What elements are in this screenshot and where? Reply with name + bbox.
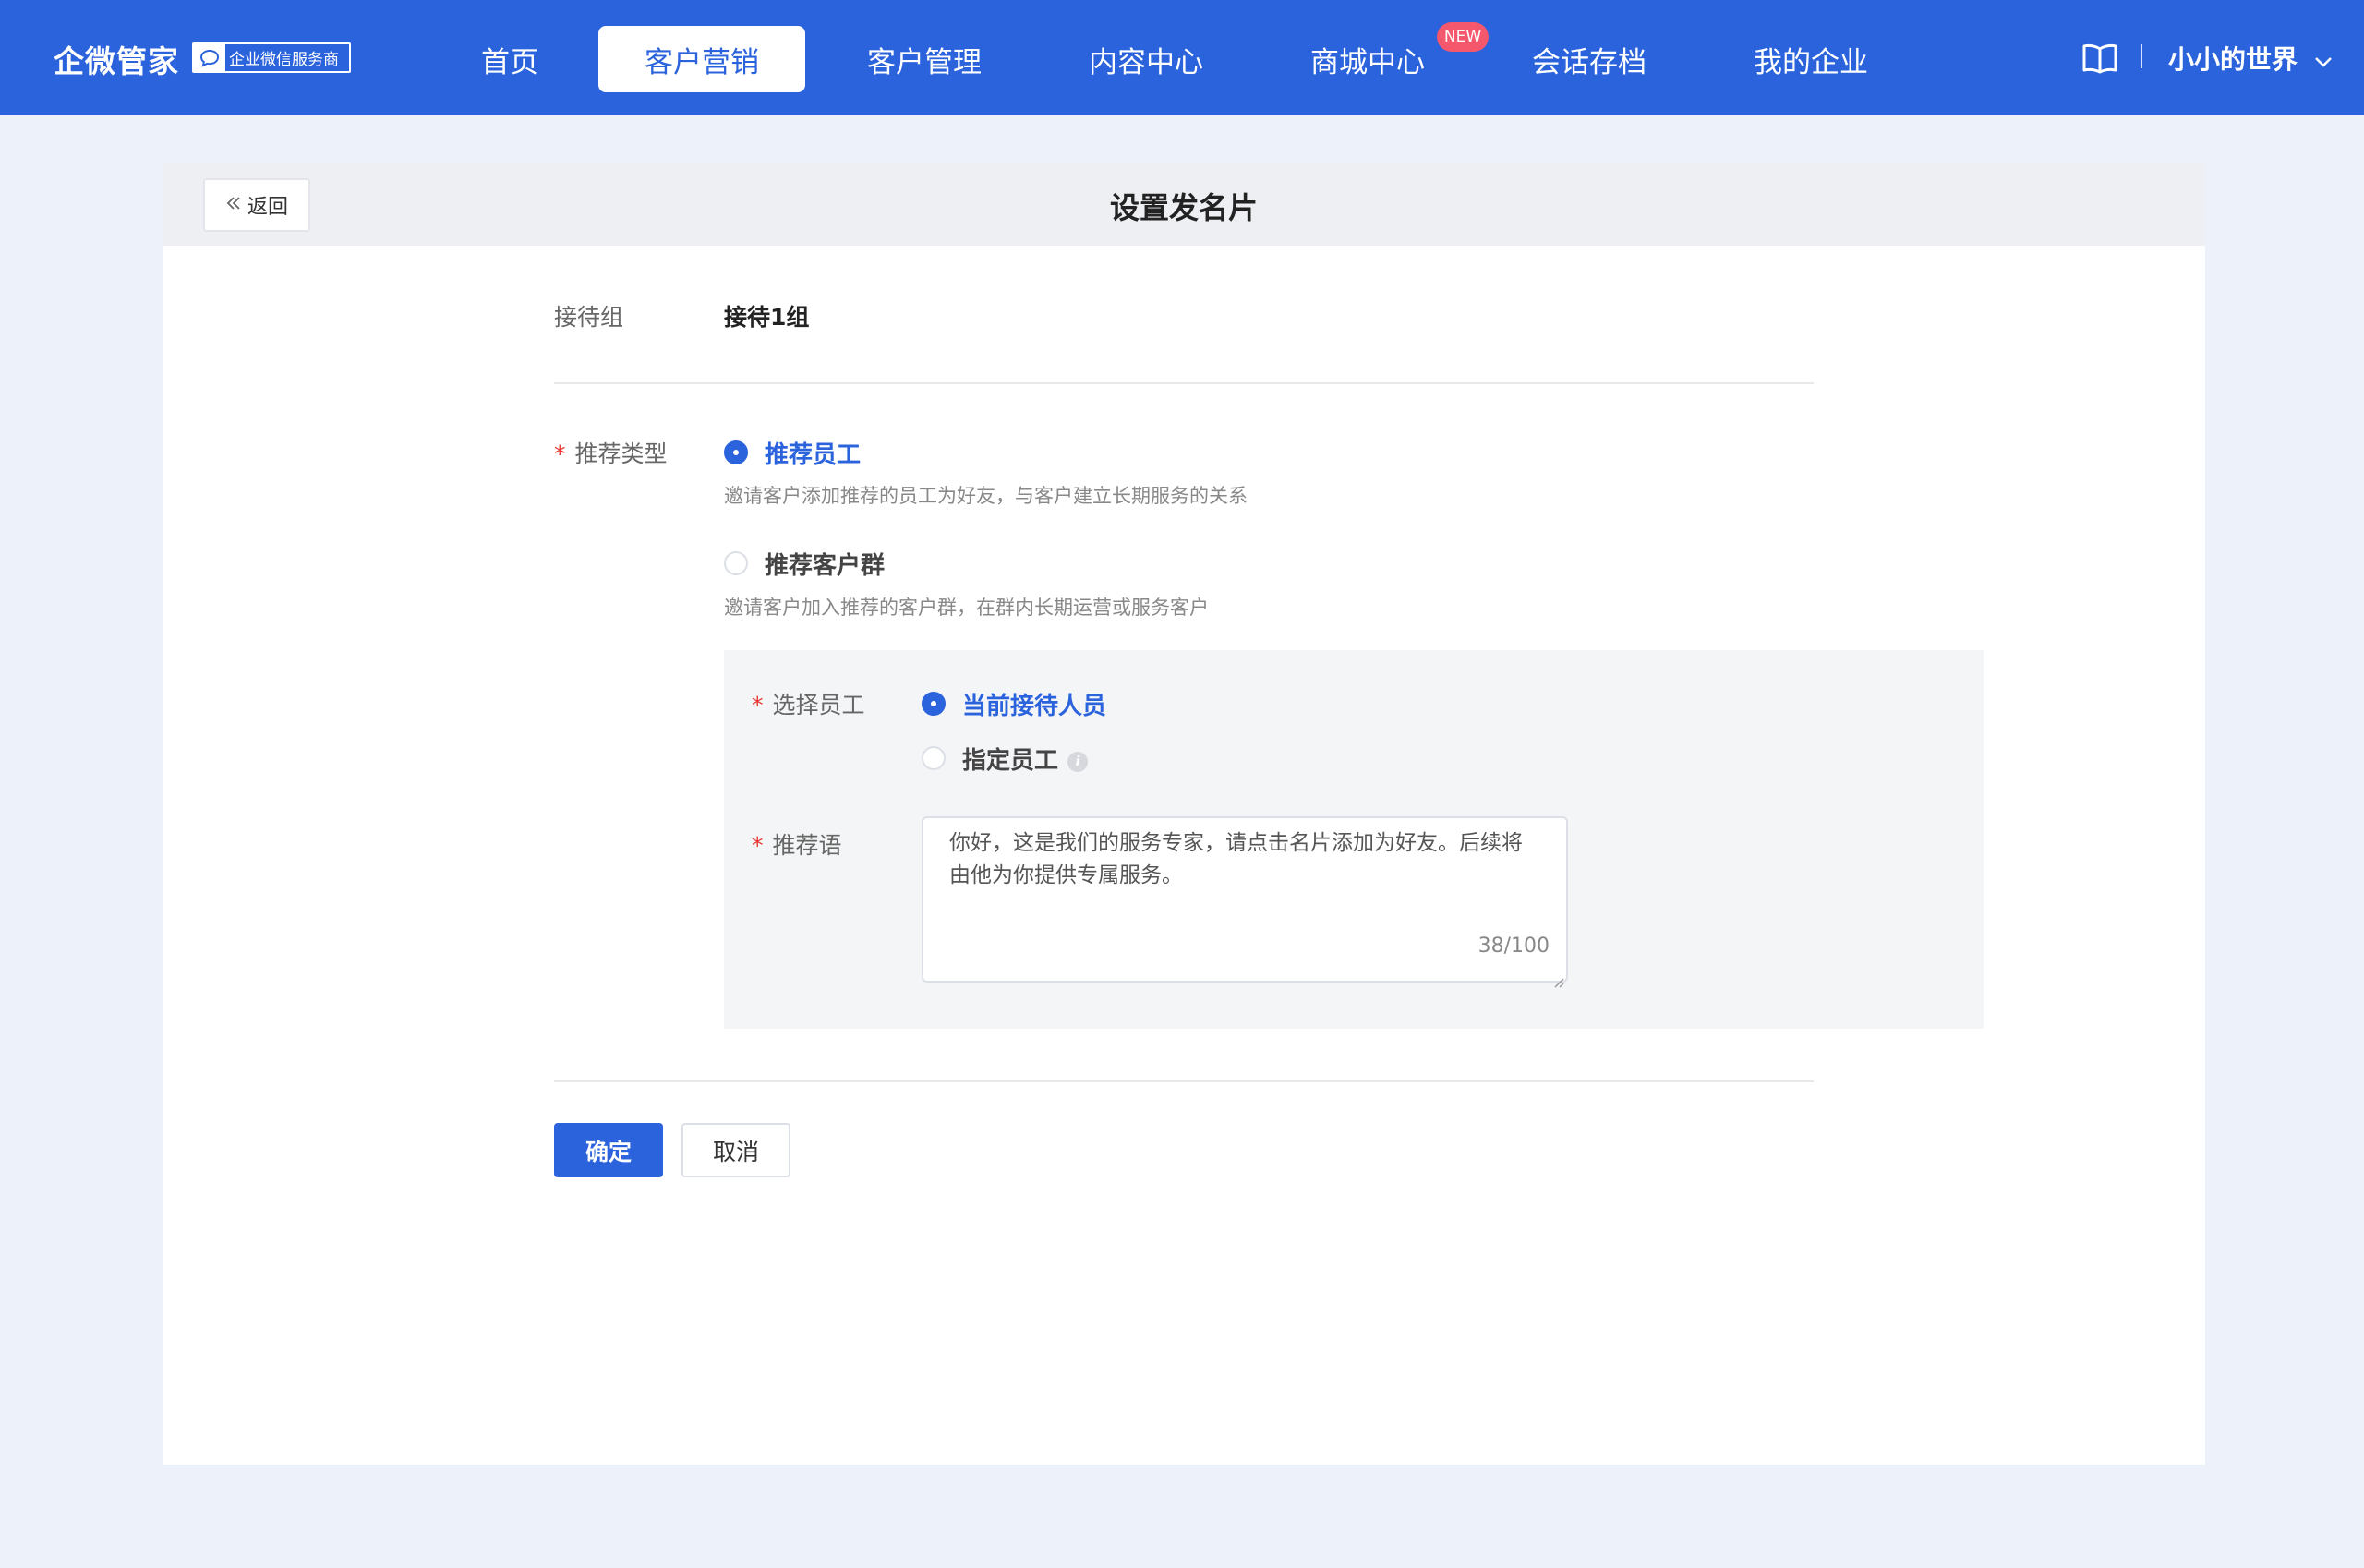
page-title: 设置发名片	[1109, 190, 1258, 225]
new-badge: NEW	[1437, 22, 1489, 52]
user-name: 小小的世界	[2168, 44, 2298, 75]
option-recommend-staff-desc: 邀请客户添加推荐的员工为好友，与客户建立长期服务的关系	[724, 485, 1248, 507]
form-card: 返回 设置发名片 接待组 接待1组 * 推荐类型 推荐员工 邀请客户添加推荐的员工…	[163, 163, 2205, 1465]
recommend-text-input[interactable]: 你好，这是我们的服务专家，请点击名片添加为好友。后续将由他为你提供专属服务。 3…	[922, 816, 1568, 988]
recommend-text-label: * 推荐语	[752, 827, 842, 861]
brand-logo[interactable]: 企微管家	[54, 37, 179, 81]
recommend-text-label-text: 推荐语	[772, 832, 842, 859]
resize-handle-icon[interactable]	[1551, 966, 1564, 988]
confirm-button[interactable]: 确定	[554, 1123, 663, 1177]
select-staff-label-text: 选择员工	[772, 692, 865, 718]
divider	[554, 1080, 1814, 1082]
nav-customer-management[interactable]: 客户管理	[844, 26, 1005, 92]
divider	[554, 382, 1814, 384]
nav-customer-marketing[interactable]: 客户营销	[598, 26, 805, 92]
reception-group-value: 接待1组	[724, 304, 810, 331]
option-specified-staff[interactable]: 指定员工 i	[962, 742, 1089, 776]
cancel-button[interactable]: 取消	[681, 1123, 790, 1177]
option-current-receptionist[interactable]: 当前接待人员	[962, 687, 1106, 721]
book-icon[interactable]	[2081, 42, 2118, 74]
nav-mall-center[interactable]: 商城中心	[1287, 26, 1448, 92]
chevron-down-icon	[2314, 43, 2333, 74]
recommend-type-label: * 推荐类型	[554, 436, 668, 469]
radio-recommend-group[interactable]	[724, 551, 748, 575]
chat-bubble-icon	[194, 44, 225, 71]
info-icon[interactable]: i	[1067, 751, 1089, 772]
recommend-type-label-text: 推荐类型	[574, 440, 668, 467]
required-mark: *	[554, 440, 566, 467]
top-navbar: 企微管家 企业微信服务商 首页 客户营销 客户管理 内容中心 商城中心 会话存档…	[0, 0, 2364, 115]
nav-my-enterprise[interactable]: 我的企业	[1731, 26, 1891, 92]
required-mark: *	[752, 832, 764, 859]
option-recommend-group-desc: 邀请客户加入推荐的客户群，在群内长期运营或服务客户	[724, 597, 1209, 619]
radio-specified-staff[interactable]	[922, 746, 946, 770]
divider	[2141, 44, 2142, 68]
partner-badge: 企业微信服务商	[192, 42, 351, 73]
nav-session-archive[interactable]: 会话存档	[1509, 26, 1670, 92]
card-header: 返回 设置发名片	[163, 163, 2205, 246]
nav-content-center[interactable]: 内容中心	[1066, 26, 1226, 92]
option-recommend-staff[interactable]: 推荐员工	[765, 436, 861, 470]
option-specified-staff-label: 指定员工	[962, 747, 1059, 775]
recommend-text-value: 你好，这是我们的服务专家，请点击名片添加为好友。后续将由他为你提供专属服务。	[949, 831, 1523, 887]
user-menu[interactable]: 小小的世界	[2168, 40, 2333, 77]
required-mark: *	[752, 692, 764, 718]
reception-group-label: 接待组	[554, 304, 624, 331]
partner-badge-label: 企业微信服务商	[229, 51, 339, 69]
radio-current-receptionist[interactable]	[922, 692, 946, 716]
select-staff-label: * 选择员工	[752, 687, 865, 720]
char-counter: 38/100	[1478, 935, 1550, 958]
nav-home[interactable]: 首页	[452, 26, 567, 92]
option-recommend-group[interactable]: 推荐客户群	[765, 547, 885, 581]
radio-recommend-staff[interactable]	[724, 440, 748, 464]
